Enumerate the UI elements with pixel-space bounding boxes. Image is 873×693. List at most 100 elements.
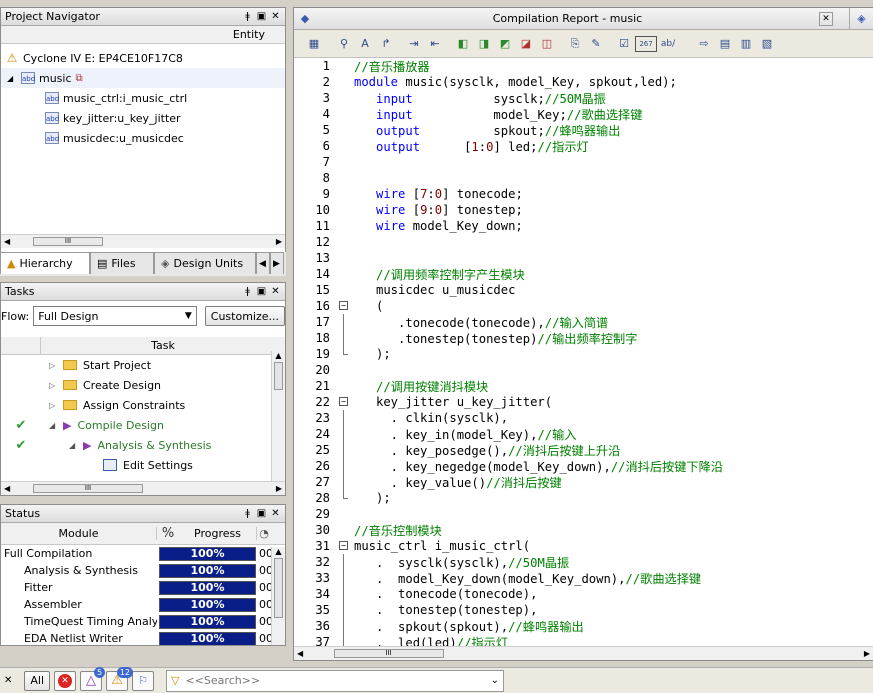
collapse-arrow-icon[interactable]: ◢ [69,441,83,450]
tree-item-key-jitter[interactable]: abd key_jitter:u_key_jitter [1,108,285,128]
options-icon[interactable]: ◈ [849,8,873,30]
error-filter-icon[interactable]: ✕ [54,670,77,691]
code-area[interactable]: 1 //音乐播放器 2 module music(sysclk, model_Key,… [294,58,873,648]
find-icon[interactable]: ⚲ [334,34,354,54]
percent-column-header[interactable]: % [157,526,179,541]
task-row[interactable]: ▷ Start Project [1,355,285,375]
code-line[interactable]: 6 output [1:0] led;//指示灯 [294,138,873,154]
message-search-input[interactable]: ▽ <<Search>> ⌄ [166,669,505,692]
code-line[interactable]: 26 . key_negedge(model_Key_down),//消抖后按键… [294,458,873,474]
close-icon[interactable]: ✕ [270,508,281,519]
fold-toggle-icon[interactable]: − [336,538,352,554]
customize-button[interactable]: Customize... [204,306,285,326]
code-line[interactable]: 27 . key_value()//消抖后按键 [294,474,873,490]
template-icon[interactable]: ▤ [715,34,735,54]
code-line[interactable]: 32 . sysclk(sysclk),//50M晶振 [294,554,873,570]
code-line[interactable]: 23 . clkin(sysclk), [294,410,873,426]
collapse-arrow-icon[interactable]: ◢ [49,421,63,430]
status-vertical-scrollbar[interactable]: ▲ [271,547,285,645]
task-row[interactable]: Edit Settings [1,455,285,475]
restore-icon[interactable]: ▣ [256,286,267,297]
comment-icon[interactable]: ✎ [586,34,606,54]
task-row[interactable]: ✔ ◢ ▶ Compile Design [1,415,285,435]
code-line[interactable]: 30 //音乐控制模块 [294,522,873,538]
critical-warning-filter-icon[interactable]: △ 5 [80,666,106,691]
tab-scroll-right[interactable]: ▶ [270,252,284,274]
module-column-header[interactable]: Module [1,527,157,540]
restore-icon[interactable]: ▣ [256,508,267,519]
code-line[interactable]: 20 [294,362,873,378]
code-line[interactable]: 35 . tonestep(tonestep), [294,602,873,618]
close-icon[interactable]: ✕ [270,11,281,22]
toolbar-icon-a[interactable]: ▦ [304,34,324,54]
tree-item-music-ctrl[interactable]: abd music_ctrl:i_music_ctrl [1,88,285,108]
scroll-left-icon[interactable]: ◀ [4,484,10,493]
scroll-up-icon[interactable]: ▲ [272,547,285,556]
code-line[interactable]: 25 . key_posedge(),//消抖后按键上升沿 [294,442,873,458]
pin-icon[interactable]: ǂ [242,286,253,297]
editor-horizontal-scrollbar[interactable]: ◀ III ▶ [294,646,873,660]
scroll-thumb[interactable] [274,558,283,618]
expand-arrow-icon[interactable]: ▷ [49,361,63,370]
code-line[interactable]: 18 .tonestep(tonestep)//输出频率控制字 [294,330,873,346]
warning-filter-icon[interactable]: ⚠ 12 [106,666,134,691]
tasks-horizontal-scrollbar[interactable]: ◀ III ▶ [1,481,285,495]
tree-item-musicdec[interactable]: abd musicdec:u_musicdec [1,128,285,148]
code-line[interactable]: 33 . model_Key_down(model_Key_down),//歌曲… [294,570,873,586]
code-line[interactable]: 24 . key_in(model_Key),//输入 [294,426,873,442]
code-line[interactable]: 10 wire [9:0] tonestep; [294,202,873,218]
dropdown-arrow-icon[interactable]: ⌄ [491,675,499,686]
status-row[interactable]: Assembler 100%00 [1,596,285,613]
restore-icon[interactable]: ▣ [256,11,267,22]
code-line[interactable]: 15 musicdec u_musicdec [294,282,873,298]
code-line[interactable]: 31− music_ctrl i_music_ctrl( [294,538,873,554]
code-line[interactable]: 28 ); [294,490,873,506]
task-row[interactable]: ▷ Assign Constraints [1,395,285,415]
status-row[interactable]: Full Compilation 100%00 [1,545,285,562]
code-line[interactable]: 1 //音乐播放器 [294,58,873,74]
scroll-right-icon[interactable]: ▶ [276,237,282,246]
tasks-vertical-scrollbar[interactable]: ▲ [271,351,285,481]
clear-bookmark-icon[interactable]: ◪ [516,34,536,54]
close-icon[interactable]: ✕ [270,286,281,297]
code-line[interactable]: 12 [294,234,873,250]
code-line[interactable]: 36 . spkout(spkout),//蜂鸣器输出 [294,618,873,634]
code-line[interactable]: 19 ); [294,346,873,362]
code-line[interactable]: 7 [294,154,873,170]
toggle-bookmark-icon[interactable]: ◫ [537,34,557,54]
device-row[interactable]: ⚠ Cyclone IV E: EP4CE10F17C8 [1,48,285,68]
collapse-arrow-icon[interactable]: ◢ [7,74,21,83]
status-row[interactable]: TimeQuest Timing Analyzer100%00 [1,613,285,630]
insert-icon[interactable]: ▥ [736,34,756,54]
code-line[interactable]: 4 input model_Key;//歌曲选择键 [294,106,873,122]
task-row[interactable]: ▷ Create Design [1,375,285,395]
top-entity-row[interactable]: ◢ abd music ⧉ [1,68,285,88]
editor-tab-title[interactable]: Compilation Report - music [316,12,819,25]
scroll-thumb[interactable]: III [33,237,103,246]
check-icon[interactable]: ☑ [614,34,634,54]
tab-hierarchy[interactable]: ▲ Hierarchy [0,252,90,274]
fold-toggle-icon[interactable]: − [336,298,352,314]
scroll-left-icon[interactable]: ◀ [297,649,303,658]
flow-select[interactable]: Full Design ▼ [33,306,197,326]
code-line[interactable]: 17 .tonecode(tonecode),//输入简谱 [294,314,873,330]
close-icon[interactable]: ✕ [4,675,12,686]
tab-design-units[interactable]: ◈ Design Units [154,252,256,274]
spellcheck-icon[interactable]: ab/ [658,34,678,54]
line-numbers-icon[interactable]: 267 [635,35,657,52]
next-bookmark-icon[interactable]: ◨ [474,34,494,54]
code-line[interactable]: 29 [294,506,873,522]
entity-column-header[interactable]: Entity [1,26,285,44]
scroll-up-icon[interactable]: ▲ [272,351,285,360]
pin-icon[interactable]: ǂ [242,508,253,519]
scroll-thumb[interactable]: III [333,649,444,658]
suppress-filter-icon[interactable]: ⚐ [132,670,155,691]
arrow-right-icon[interactable]: ⇨ [694,34,714,54]
scroll-thumb[interactable] [274,362,283,390]
code-line[interactable]: 2 module music(sysclk, model_Key, spkout,… [294,74,873,90]
code-line[interactable]: 16− ( [294,298,873,314]
status-row[interactable]: Fitter 100%00 [1,579,285,596]
goto-icon[interactable]: ↱ [376,34,396,54]
scroll-right-icon[interactable]: ▶ [864,649,870,658]
scroll-right-icon[interactable]: ▶ [276,484,282,493]
